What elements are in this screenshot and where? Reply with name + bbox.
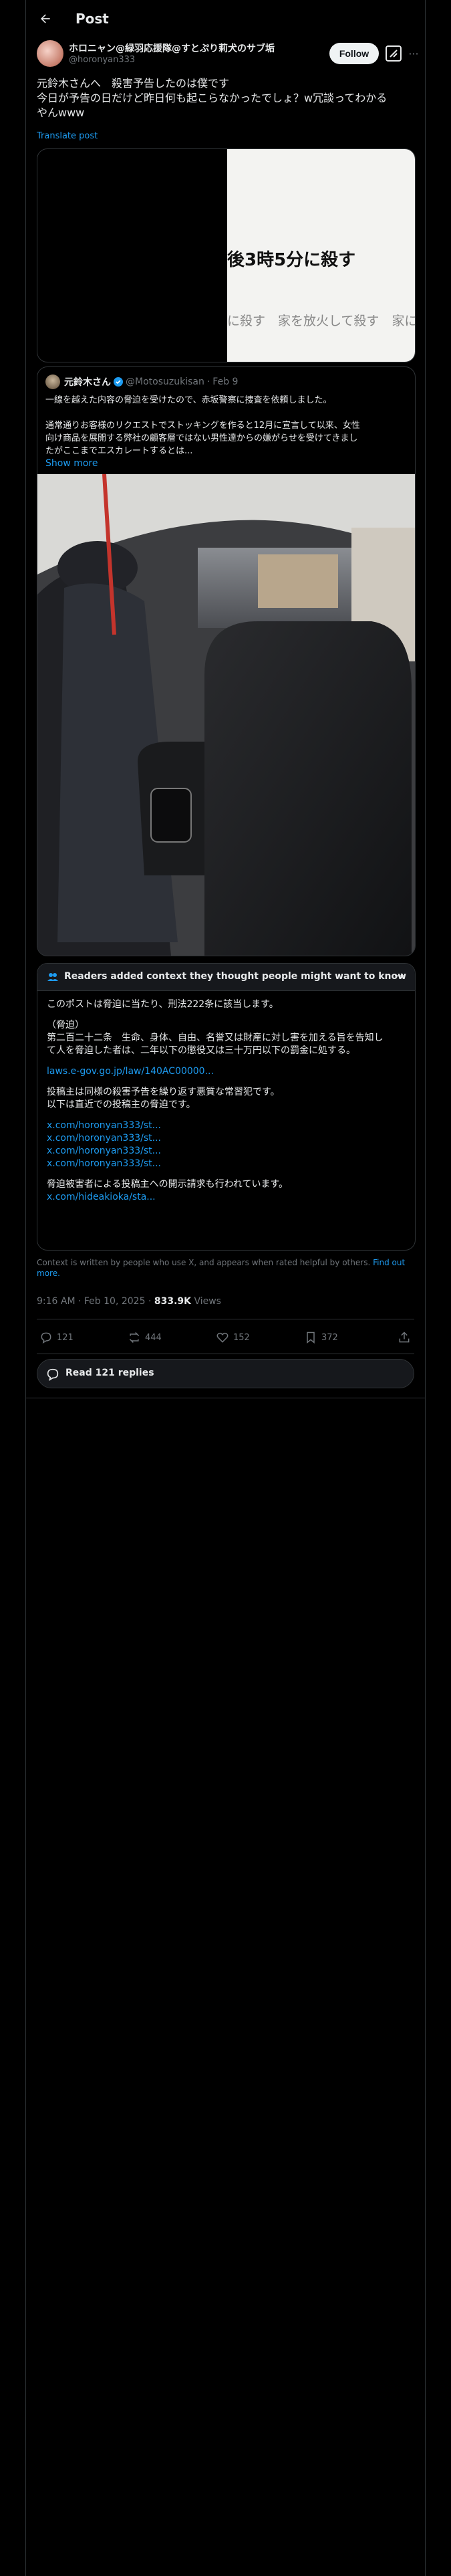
quoted-photo[interactable] — [37, 474, 415, 956]
note-line: 脅迫被害者による投稿主への開示請求も行われています。 — [47, 1179, 289, 1190]
quoted-text-line: 向け商品を展開する弊社の顧客層ではない男性達からの嫌がらせを受けてきまし — [45, 433, 358, 443]
image-text-small: に殺す 家を放火して殺す 家に — [227, 314, 416, 328]
arrow-right-icon[interactable]: → — [394, 969, 404, 983]
image-text-large: 後3時5分に殺す — [227, 250, 356, 270]
reference-link[interactable]: x.com/horonyan333/st... — [47, 1132, 408, 1145]
reply-button[interactable]: 121 — [39, 1331, 73, 1344]
post-text: 元鈴木さんへ 殺害予告したのは僕です 今日が予告の日だけど昨日何も起こらなかった… — [37, 76, 414, 120]
read-replies-button[interactable]: Read 121 replies — [37, 1359, 414, 1388]
translate-post-link[interactable]: Translate post — [37, 131, 98, 141]
quoted-text-line: たがここまでエスカレートするとは... — [45, 446, 193, 456]
arrow-left-icon — [41, 14, 50, 23]
back-button[interactable] — [34, 7, 57, 30]
separator-dot: · — [206, 377, 210, 387]
post-image[interactable]: 後3時5分に殺す に殺す 家を放火して殺す 家に — [37, 148, 416, 362]
verified-badge-icon — [114, 377, 123, 387]
reference-link[interactable]: x.com/horonyan333/st... — [47, 1119, 408, 1132]
reference-link[interactable]: x.com/hideakioka/sta... — [47, 1191, 408, 1204]
reference-link[interactable]: x.com/horonyan333/st... — [47, 1145, 408, 1158]
note-line: て人を脅迫した者は、二年以下の懲役又は三十万円以下の罰金に処する。 — [47, 1045, 355, 1056]
author-name[interactable]: ホロニャン@緑羽応援隊@すとぷり莉犬のサブ垢 — [69, 41, 275, 55]
post-timestamp: 9:16 AM · Feb 10, 2025 · 833.9K Views — [37, 1296, 221, 1307]
share-button[interactable] — [398, 1331, 411, 1344]
quoted-post[interactable]: 元鈴木さん @Motosuzukisan · Feb 9 一線を越えた内容の脅迫… — [37, 366, 416, 956]
note-paragraph: 投稿主は同様の殺害予告を繰り返す悪質な常習犯です。 以下は直近での投稿主の脅迫で… — [47, 1086, 408, 1111]
show-more-link[interactable]: Show more — [45, 458, 98, 469]
screenshot-image: 後3時5分に殺す に殺す 家を放火して殺す 家に — [227, 149, 415, 362]
note-paragraph: （脅迫） 第二百二十二条 生命、身体、自由、名誉又は財産に対し害を加える旨を告知… — [47, 1019, 408, 1057]
author-handle[interactable]: @horonyan333 — [69, 55, 135, 65]
quoted-post-text: 一線を越えた内容の脅迫を受けたので、赤坂警察に捜査を依頼しました。 通常通りお客… — [45, 394, 406, 457]
repost-button[interactable]: 444 — [128, 1331, 162, 1344]
note-line: 投稿主は同様の殺害予告を繰り返す悪質な常習犯です。 — [47, 1087, 280, 1097]
post-text-line: 今日が予告の日だけど昨日何も起こらなかったでしょ？w冗談ってわかる — [37, 92, 388, 104]
quoted-text-line — [45, 407, 406, 419]
like-count: 152 — [233, 1332, 250, 1343]
heart-icon — [216, 1332, 229, 1343]
note-footer-text: Context is written by people who use X, … — [37, 1258, 371, 1267]
people-icon — [47, 973, 58, 981]
view-count: 833.9K — [154, 1296, 191, 1307]
more-options-icon[interactable]: ··· — [407, 45, 420, 62]
like-button[interactable]: 152 — [216, 1331, 250, 1344]
top-bar: Post — [26, 0, 425, 37]
quoted-author-handle: @Motosuzukisan — [126, 377, 204, 387]
bookmark-icon — [307, 1331, 315, 1344]
community-note-body: このポストは脅迫に当たり、刑法222条に該当します。 （脅迫） 第二百二十二条 … — [47, 998, 408, 1212]
reference-link[interactable]: x.com/horonyan333/st... — [47, 1158, 408, 1170]
bookmark-count: 372 — [321, 1332, 338, 1343]
law-link[interactable]: laws.e-gov.go.jp/law/140AC00000... — [47, 1065, 408, 1078]
post-text-line: やんwww — [37, 106, 85, 119]
note-footer: Context is written by people who use X, … — [37, 1257, 414, 1279]
follow-button[interactable]: Follow — [329, 43, 379, 64]
page-title: Post — [76, 11, 109, 27]
reply-count: 121 — [57, 1332, 73, 1343]
repost-count: 444 — [145, 1332, 162, 1343]
note-line: 以下は直近での投稿主の脅迫です。 — [47, 1099, 196, 1110]
quoted-post-header: 元鈴木さん @Motosuzukisan · Feb 9 — [45, 374, 238, 390]
avatar[interactable] — [37, 40, 63, 67]
community-note: Readers added context they thought peopl… — [37, 963, 416, 1251]
separator-dot: · — [148, 1296, 152, 1307]
views-label: Views — [194, 1296, 221, 1307]
car-interior-photo — [37, 474, 415, 956]
note-line: 第二百二十二条 生命、身体、自由、名誉又は財産に対し害を加える旨を告知し — [47, 1033, 384, 1043]
share-icon — [399, 1331, 410, 1343]
note-links: x.com/horonyan333/st... x.com/horonyan33… — [47, 1119, 408, 1170]
quoted-post-date: Feb 9 — [212, 377, 239, 387]
reply-bubble-icon — [47, 1368, 59, 1381]
main-column: Post ホロニャン@緑羽応援隊@すとぷり莉犬のサブ垢 @horonyan333… — [25, 0, 426, 2576]
quoted-author-name: 元鈴木さん — [64, 377, 111, 388]
grok-icon[interactable] — [386, 45, 402, 62]
action-bar: 121 444 152 372 — [37, 1324, 414, 1354]
read-replies-label: Read 121 replies — [65, 1368, 154, 1378]
note-paragraph: このポストは脅迫に当たり、刑法222条に該当します。 — [47, 999, 279, 1010]
post-text-line: 元鈴木さんへ 殺害予告したのは僕です — [37, 77, 230, 90]
community-note-header[interactable]: Readers added context they thought peopl… — [37, 964, 415, 991]
note-line: （脅迫） — [47, 1020, 84, 1031]
repost-icon — [129, 1331, 140, 1344]
quoted-text-line: 一線を越えた内容の脅迫を受けたので、赤坂警察に捜査を依頼しました。 — [45, 395, 332, 405]
quoted-text-line: 通常通りお客様のリクエストでストッキングを作ると12月に宣言して以来、女性 — [45, 421, 360, 431]
community-note-title: Readers added context they thought peopl… — [64, 971, 407, 982]
reply-icon — [41, 1332, 51, 1344]
quoted-avatar — [45, 374, 60, 389]
post-author: ホロニャン@緑羽応援隊@すとぷり莉犬のサブ垢 @horonyan333 Foll… — [37, 40, 419, 72]
post-time[interactable]: 9:16 AM · Feb 10, 2025 — [37, 1296, 145, 1307]
note-paragraph: 脅迫被害者による投稿主への開示請求も行われています。 x.com/hideaki… — [47, 1178, 408, 1204]
bookmark-button[interactable]: 372 — [304, 1331, 338, 1344]
